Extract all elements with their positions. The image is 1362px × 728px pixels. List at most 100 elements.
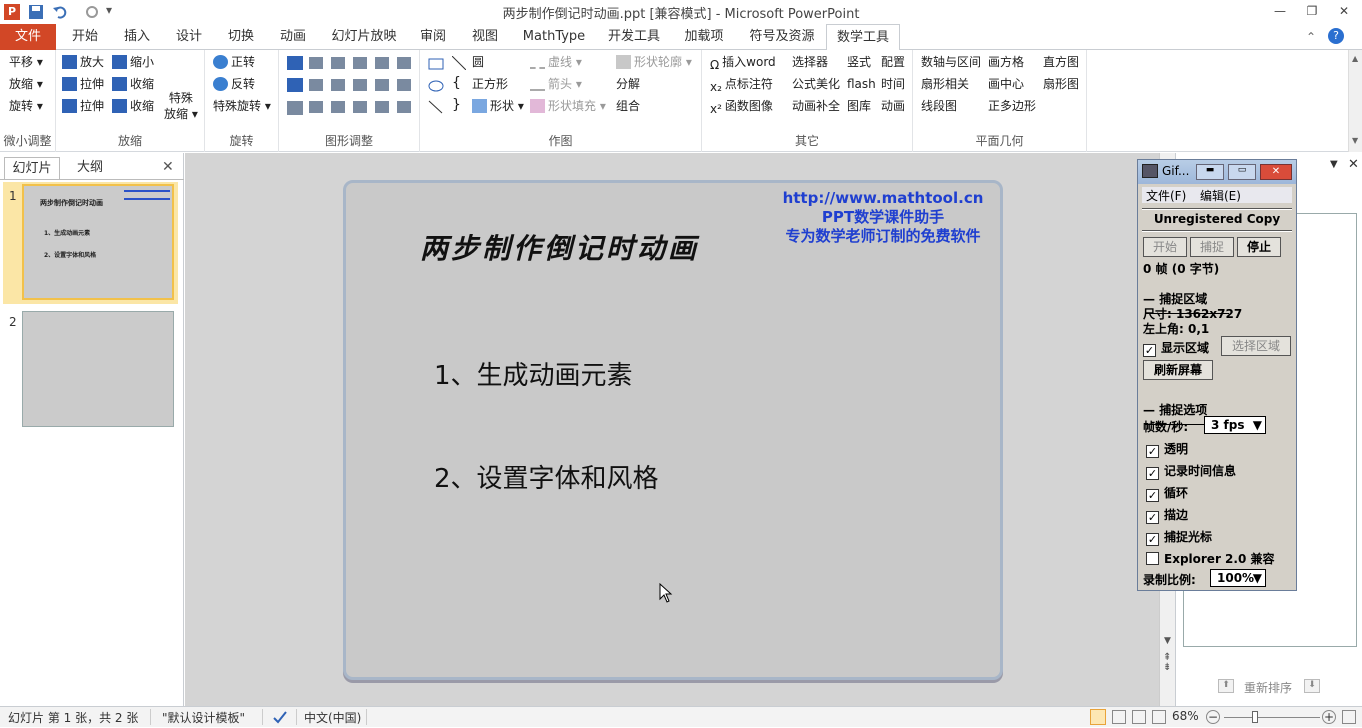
tab-home[interactable]: 开始 — [62, 24, 108, 50]
tab-design[interactable]: 设计 — [166, 24, 212, 50]
gif-restore-button[interactable]: ▭ — [1228, 164, 1256, 180]
vertical-calc-button[interactable]: 竖式 — [847, 52, 871, 72]
slide-title[interactable]: 两步制作倒记时动画 — [420, 227, 699, 267]
checkbox-checked-icon[interactable]: ✓ — [1146, 489, 1159, 502]
decompose-button[interactable]: 分解 — [616, 74, 640, 94]
gif-title-bar[interactable]: Gif... ▬ ▭ ✕ — [1138, 160, 1296, 184]
pane-dropdown-icon[interactable]: ▼ — [1330, 159, 1338, 170]
slide-thumbnail-1[interactable]: 两步制作倒记时动画 1、生成动画元素 2、设置字体和风格 — [22, 184, 174, 300]
config-button[interactable]: 配置 — [881, 52, 905, 72]
zoom-in-icon[interactable]: + — [1322, 710, 1336, 724]
shape-outline-button[interactable]: 形状轮廓 ▾ — [616, 52, 692, 72]
restore-button[interactable]: ❐ — [1298, 2, 1326, 20]
spellcheck-icon[interactable] — [272, 709, 288, 725]
ellipse-icon[interactable] — [428, 80, 444, 95]
tab-review[interactable]: 审阅 — [410, 24, 456, 50]
tab-insert[interactable]: 插入 — [114, 24, 160, 50]
language-indicator[interactable]: 中文(中国) — [304, 709, 361, 726]
opt-explorer-compat[interactable]: Explorer 2.0 兼容 — [1146, 550, 1274, 567]
zoom-slider[interactable] — [1224, 717, 1320, 718]
opt-transparent[interactable]: ✓ 透明 — [1146, 440, 1188, 458]
close-panel-icon[interactable]: ✕ — [162, 159, 174, 175]
group-button[interactable]: 组合 — [616, 96, 640, 116]
move-down-icon[interactable]: ⬇ — [1304, 679, 1320, 693]
arrow-button[interactable]: 箭头 ▾ — [530, 74, 582, 94]
insert-word-button[interactable]: Ω 插入word — [710, 52, 776, 72]
shape-button[interactable]: 形状 ▾ — [472, 96, 524, 116]
opt-outline[interactable]: ✓ 描边 — [1146, 506, 1188, 524]
tab-view[interactable]: 视图 — [462, 24, 508, 50]
checkbox-checked-icon[interactable]: ✓ — [1146, 511, 1159, 524]
theme-name[interactable]: "默认设计模板" — [162, 709, 245, 726]
normal-view-icon[interactable] — [1090, 709, 1106, 725]
rectangle-icon[interactable] — [428, 58, 444, 73]
function-graph-button[interactable]: x² 函数图像 — [710, 96, 773, 116]
menu-edit[interactable]: 编辑(E) — [1200, 187, 1241, 204]
gif-close-button[interactable]: ✕ — [1260, 164, 1292, 180]
point-label-button[interactable]: x₂ 点标注符 — [710, 74, 773, 94]
show-area-checkbox[interactable]: ✓ 显示区域 — [1143, 339, 1209, 357]
circle-button[interactable]: 圆 — [472, 52, 484, 72]
opt-capture-cursor[interactable]: ✓ 捕捉光标 — [1146, 528, 1212, 546]
zoom-slider-thumb[interactable] — [1252, 711, 1258, 723]
move-up-icon[interactable]: ⬆ — [1218, 679, 1234, 693]
tab-math-tools[interactable]: 数学工具 — [826, 24, 900, 51]
tab-outline[interactable]: 大纲 — [62, 157, 118, 179]
fit-to-window-icon[interactable] — [1342, 710, 1356, 724]
slide-canvas[interactable]: http://www.mathtool.cn PPT数学课件助手 专为数学老师订… — [343, 180, 1003, 680]
gif-minimize-button[interactable]: ▬ — [1196, 164, 1224, 180]
select-area-button[interactable]: 选择区域 — [1221, 336, 1291, 356]
refresh-screen-button[interactable]: 刷新屏幕 — [1143, 360, 1213, 380]
zoom-level[interactable]: 68% — [1172, 709, 1199, 723]
checkbox-checked-icon[interactable]: ✓ — [1146, 445, 1159, 458]
tab-symbols[interactable]: 符号及资源 — [740, 24, 824, 50]
line-icon[interactable] — [451, 55, 467, 73]
fps-select[interactable]: 3 fps ▼ — [1204, 416, 1266, 434]
tab-slideshow[interactable]: 幻灯片放映 — [322, 24, 406, 50]
tab-animations[interactable]: 动画 — [270, 24, 316, 50]
pie-chart-button[interactable]: 扇形图 — [1043, 74, 1079, 94]
polygon-button[interactable]: 正多边形 — [988, 96, 1036, 116]
sector-button[interactable]: 扇形相关 — [921, 74, 969, 94]
rotate-ccw-button[interactable]: 反转 — [213, 74, 255, 94]
pan-button[interactable]: 平移 ▾ — [9, 52, 43, 72]
contract-h-button[interactable]: 收缩 — [112, 96, 154, 116]
animation-complete-button[interactable]: 动画补全 — [792, 96, 840, 116]
formula-beautify-button[interactable]: 公式美化 — [792, 74, 840, 94]
time-button[interactable]: 时间 — [881, 74, 905, 94]
special-scale-button[interactable]: 特殊 放缩 ▾ — [164, 90, 198, 122]
grid-button[interactable]: 画方格 — [988, 52, 1024, 72]
pane-close-icon[interactable]: ✕ — [1348, 157, 1359, 172]
slideshow-icon[interactable] — [1152, 710, 1166, 724]
histogram-button[interactable]: 直方图 — [1043, 52, 1079, 72]
stretch-v-button[interactable]: 拉伸 — [62, 74, 104, 94]
arrow-line-icon[interactable] — [428, 100, 444, 117]
tab-mathtype[interactable]: MathType — [516, 24, 592, 50]
checkbox-checked-icon[interactable]: ✓ — [1143, 344, 1156, 357]
stop-button[interactable]: 停止 — [1237, 237, 1281, 257]
reading-view-icon[interactable] — [1132, 710, 1146, 724]
tab-slides[interactable]: 幻灯片 — [4, 157, 60, 179]
capture-button[interactable]: 捕捉 — [1190, 237, 1234, 257]
enlarge-button[interactable]: 放大 — [62, 52, 104, 72]
zoom-out-icon[interactable]: − — [1206, 710, 1220, 724]
checkbox-unchecked-icon[interactable] — [1146, 552, 1159, 565]
shrink-button[interactable]: 缩小 — [112, 52, 154, 72]
ribbon-collapse-icon[interactable]: ⌃ — [1306, 30, 1316, 44]
contract-v-button[interactable]: 收缩 — [112, 74, 154, 94]
rotate-button[interactable]: 旋转 ▾ — [9, 96, 43, 116]
dash-button[interactable]: 虚线 ▾ — [530, 52, 582, 72]
number-line-button[interactable]: 数轴与区间 — [921, 52, 981, 72]
zoom-button[interactable]: 放缩 ▾ — [9, 74, 43, 94]
stretch-h-button[interactable]: 拉伸 — [62, 96, 104, 116]
tab-file[interactable]: 文件 — [0, 24, 56, 50]
right-brace-icon[interactable]: } — [452, 97, 461, 113]
minimize-button[interactable]: — — [1266, 2, 1294, 20]
start-button[interactable]: 开始 — [1143, 237, 1187, 257]
rotate-cw-button[interactable]: 正转 — [213, 52, 255, 72]
tab-developer[interactable]: 开发工具 — [600, 24, 668, 50]
draw-center-button[interactable]: 画中心 — [988, 74, 1024, 94]
animation-button[interactable]: 动画 — [881, 96, 905, 116]
checkbox-checked-icon[interactable]: ✓ — [1146, 467, 1159, 480]
tab-addins[interactable]: 加载项 — [676, 24, 732, 50]
